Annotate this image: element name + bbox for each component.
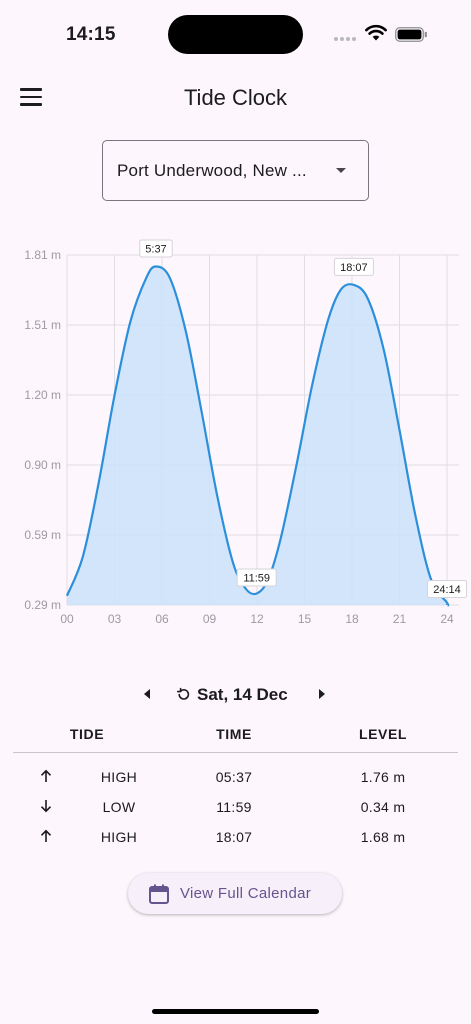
x-tick-label: 03 xyxy=(108,612,122,626)
page-title: Tide Clock xyxy=(183,85,288,110)
wifi-icon xyxy=(365,24,387,41)
x-tick-label: 12 xyxy=(250,612,264,626)
table-row: LOW 11:59 0.34 m xyxy=(13,791,458,821)
x-tick-label: 15 xyxy=(298,612,312,626)
y-tick-label: 1.51 m xyxy=(24,318,61,332)
arrow-up-icon xyxy=(40,829,52,842)
table-row: HIGH 05:37 1.76 m xyxy=(13,761,458,791)
location-dropdown[interactable]: Port Underwood, New ... xyxy=(102,140,369,201)
header-level: LEVEL xyxy=(358,726,408,742)
tide-level: 0.34 m xyxy=(360,799,406,815)
tide-chart: 0.29 m0.59 m0.90 m1.20 m1.51 m1.81 m 00 0… xyxy=(24,239,467,626)
arrow-down-icon xyxy=(40,800,52,813)
tide-area xyxy=(67,266,449,606)
battery-icon xyxy=(395,27,427,42)
y-tick-label: 0.59 m xyxy=(24,528,61,542)
signal-icon xyxy=(334,37,356,41)
tide-table: TIDE TIME LEVEL HIGH 05:37 1.76 m LOW 11:59 0… xyxy=(13,718,458,851)
location-value: Port Underwood, New ... xyxy=(117,161,307,180)
tide-type: HIGH xyxy=(100,769,138,785)
calendar-button-label: View Full Calendar xyxy=(180,885,312,902)
tide-time: 11:59 xyxy=(216,799,252,815)
x-tick-label: 09 xyxy=(203,612,217,626)
y-tick-label: 0.90 m xyxy=(24,458,61,472)
tide-level: 1.68 m xyxy=(360,829,406,845)
header-tide: TIDE xyxy=(69,726,105,742)
status-time: 14:15 xyxy=(66,24,116,45)
tide-annotation: 11:59 xyxy=(236,568,277,587)
app-bar: Tide Clock xyxy=(0,70,471,126)
header-time: TIME xyxy=(216,726,252,742)
tide-type: LOW xyxy=(102,799,136,815)
annotation-label: 11:59 xyxy=(243,572,270,584)
tide-annotation: 18:07 xyxy=(333,257,374,276)
tide-time: 18:07 xyxy=(215,829,253,845)
arrow-up-icon xyxy=(40,769,52,782)
x-tick-label: 24 xyxy=(440,612,454,626)
y-tick-label: 0.29 m xyxy=(24,598,61,612)
x-tick-label: 21 xyxy=(393,612,407,626)
tide-annotation: 5:37 xyxy=(139,239,173,258)
view-calendar-button[interactable]: View Full Calendar xyxy=(128,873,342,914)
table-header: TIDE TIME LEVEL xyxy=(13,718,458,753)
tide-rows: HIGH 05:37 1.76 m LOW 11:59 0.34 m HIGH 18:07 1.… xyxy=(13,761,458,851)
annotation-label: 24:14 xyxy=(433,584,461,596)
next-day-button[interactable] xyxy=(319,689,325,699)
annotation-label: 18:07 xyxy=(340,262,368,274)
y-tick-label: 1.81 m xyxy=(24,248,61,262)
current-date: Sat, 14 Dec xyxy=(197,685,288,704)
table-row: HIGH 18:07 1.68 m xyxy=(13,821,458,851)
reset-date-icon[interactable] xyxy=(176,687,191,702)
tide-time: 05:37 xyxy=(215,769,253,785)
x-tick-label: 00 xyxy=(60,612,74,626)
date-navigation: Sat, 14 Dec xyxy=(0,683,471,709)
tide-annotation: 24:14 xyxy=(427,580,467,598)
prev-day-button[interactable] xyxy=(144,689,150,699)
annotation-label: 5:37 xyxy=(145,244,166,256)
home-indicator xyxy=(152,1009,319,1014)
tide-level: 1.76 m xyxy=(360,769,406,785)
dropdown-arrow-icon xyxy=(336,168,346,173)
x-tick-label: 18 xyxy=(345,612,359,626)
x-axis-ticks: 00 03 06 09 12 15 18 21 24 xyxy=(60,612,454,626)
tide-type: HIGH xyxy=(100,829,138,845)
calendar-icon xyxy=(149,884,169,904)
y-axis-ticks: 0.29 m 0.59 m 0.90 m 1.20 m 1.51 m 1.81 m xyxy=(24,248,61,612)
status-bar: 14:15 xyxy=(0,0,471,60)
x-tick-label: 06 xyxy=(155,612,169,626)
y-tick-label: 1.20 m xyxy=(24,388,61,402)
dynamic-island xyxy=(168,15,303,54)
